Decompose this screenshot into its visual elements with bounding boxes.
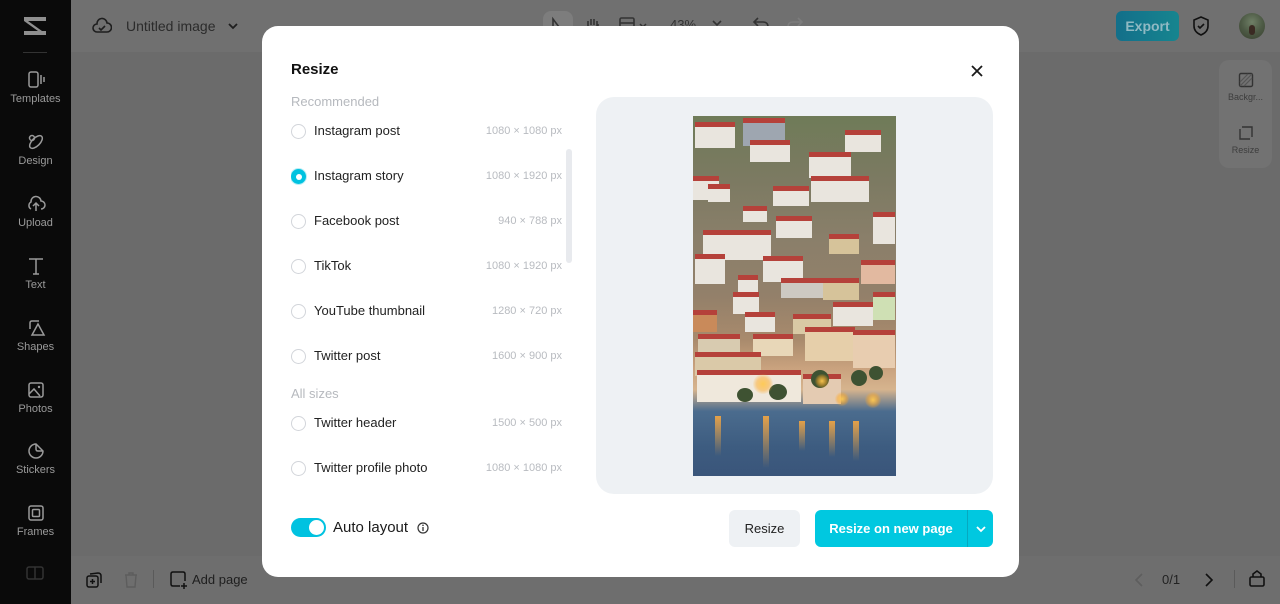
divider <box>153 570 154 588</box>
chevron-down-icon <box>976 526 986 533</box>
more-apps-icon[interactable] <box>26 566 44 580</box>
text-icon <box>28 258 43 275</box>
sidebar-item-label: Templates <box>10 93 61 105</box>
sidebar-item-text[interactable]: Text <box>0 256 71 291</box>
option-label: Instagram post <box>314 123 400 138</box>
radio-button[interactable] <box>291 461 306 476</box>
option-label: Twitter profile photo <box>314 460 428 475</box>
option-size: 1600 × 900 px <box>491 350 562 362</box>
capcut-logo-icon[interactable] <box>20 14 50 38</box>
auto-layout-label: Auto layout <box>333 519 409 536</box>
radio-button[interactable] <box>291 304 306 319</box>
sidebar-item-templates[interactable]: Templates <box>0 70 71 105</box>
option-label: Twitter header <box>314 415 397 430</box>
option-size: 1080 × 1920 px <box>485 170 562 182</box>
option-twitter-post[interactable]: Twitter post 1600 × 900 px <box>291 345 563 369</box>
size-options-list[interactable]: Recommended Instagram post 1080 × 1080 p… <box>291 92 574 492</box>
chevron-down-icon[interactable] <box>226 19 240 33</box>
photos-icon <box>27 382 44 398</box>
frames-icon <box>27 505 44 521</box>
background-tool[interactable]: Backgr... <box>1219 72 1272 102</box>
page-manager-icon[interactable] <box>1248 570 1266 588</box>
option-label: TikTok <box>314 258 352 273</box>
sidebar-item-label: Design <box>18 155 53 167</box>
radio-button[interactable] <box>291 259 306 274</box>
preview-panel <box>596 97 993 494</box>
radio-button-selected[interactable] <box>291 169 306 184</box>
info-icon[interactable] <box>417 522 429 534</box>
resize-dialog: Resize Recommended Instagram post 1080 ×… <box>262 26 1019 577</box>
option-twitter-profile-photo[interactable]: Twitter profile photo 1080 × 1080 px <box>291 457 563 481</box>
option-size: 1280 × 720 px <box>491 305 562 317</box>
option-label: Twitter post <box>314 348 381 363</box>
option-label: Facebook post <box>314 213 400 228</box>
sidebar-item-shapes[interactable]: Shapes <box>0 318 71 353</box>
option-twitter-header[interactable]: Twitter header 1500 × 500 px <box>291 412 563 436</box>
background-icon <box>1238 72 1253 88</box>
export-button[interactable]: Export <box>1116 11 1179 41</box>
sidebar-item-label: Text <box>25 279 46 291</box>
option-youtube-thumbnail[interactable]: YouTube thumbnail 1280 × 720 px <box>291 300 563 324</box>
sidebar-item-frames[interactable]: Frames <box>0 503 71 538</box>
sidebar-item-label: Stickers <box>15 464 56 476</box>
shield-check-icon[interactable] <box>1192 16 1210 36</box>
sidebar-item-label: Upload <box>18 217 53 229</box>
shapes-icon <box>28 320 45 336</box>
sidebar-item-label: Shapes <box>16 341 55 353</box>
option-size: 940 × 788 px <box>498 215 562 227</box>
previous-page-icon[interactable] <box>1133 572 1145 588</box>
cloud-saved-icon[interactable] <box>92 17 112 35</box>
option-size: 1500 × 500 px <box>491 417 562 429</box>
sidebar-item-label: Photos <box>18 403 53 415</box>
sidebar-item-label: Frames <box>16 526 55 538</box>
upload-icon <box>27 195 46 211</box>
background-tool-label: Backgr... <box>1227 92 1263 102</box>
resize-tool-label: Resize <box>1231 145 1260 155</box>
user-avatar[interactable] <box>1239 13 1265 39</box>
option-size: 1080 × 1080 px <box>485 462 562 474</box>
templates-icon <box>27 71 45 88</box>
design-icon <box>28 134 43 150</box>
option-size: 1080 × 1920 px <box>485 260 562 272</box>
sidebar-item-stickers[interactable]: Stickers <box>0 441 71 476</box>
document-title[interactable]: Untitled image <box>126 18 216 34</box>
section-all-sizes: All sizes <box>291 386 339 401</box>
auto-layout-toggle[interactable] <box>291 518 326 537</box>
resize-button[interactable]: Resize <box>729 510 800 547</box>
sidebar-item-photos[interactable]: Photos <box>0 380 71 415</box>
dialog-title: Resize <box>291 61 339 78</box>
radio-button[interactable] <box>291 124 306 139</box>
left-sidebar: Templates Design Upload Text Shapes Phot… <box>0 0 71 604</box>
right-tools-panel: Backgr... Resize <box>1219 60 1272 168</box>
option-size: 1080 × 1080 px <box>485 125 562 137</box>
option-facebook-post[interactable]: Facebook post 940 × 788 px <box>291 210 563 234</box>
add-page-button[interactable]: Add page <box>192 572 248 587</box>
radio-button[interactable] <box>291 416 306 431</box>
radio-button[interactable] <box>291 349 306 364</box>
next-page-icon[interactable] <box>1203 572 1215 588</box>
radio-button[interactable] <box>291 214 306 229</box>
preview-image <box>693 116 896 476</box>
option-tiktok[interactable]: TikTok 1080 × 1920 px <box>291 255 563 279</box>
sidebar-item-upload[interactable]: Upload <box>0 194 71 229</box>
list-scrollbar[interactable] <box>566 149 572 263</box>
duplicate-page-icon[interactable] <box>85 571 103 589</box>
resize-icon <box>1238 126 1253 140</box>
resize-tool[interactable]: Resize <box>1219 125 1272 155</box>
resize-options-dropdown[interactable] <box>967 510 993 547</box>
close-icon[interactable] <box>968 62 986 80</box>
option-instagram-post[interactable]: Instagram post 1080 × 1080 px <box>291 120 563 144</box>
option-instagram-story[interactable]: Instagram story 1080 × 1920 px <box>291 165 563 189</box>
sidebar-item-design[interactable]: Design <box>0 132 71 167</box>
section-recommended: Recommended <box>291 94 380 109</box>
stickers-icon <box>27 443 44 459</box>
divider <box>1234 570 1235 588</box>
page-indicator: 0/1 <box>1162 572 1181 587</box>
resize-on-new-page-button[interactable]: Resize on new page <box>815 510 967 547</box>
delete-page-icon[interactable] <box>123 571 139 589</box>
option-label: YouTube thumbnail <box>314 303 426 318</box>
add-page-icon[interactable] <box>170 571 188 589</box>
option-label: Instagram story <box>314 168 404 183</box>
divider <box>23 52 47 53</box>
